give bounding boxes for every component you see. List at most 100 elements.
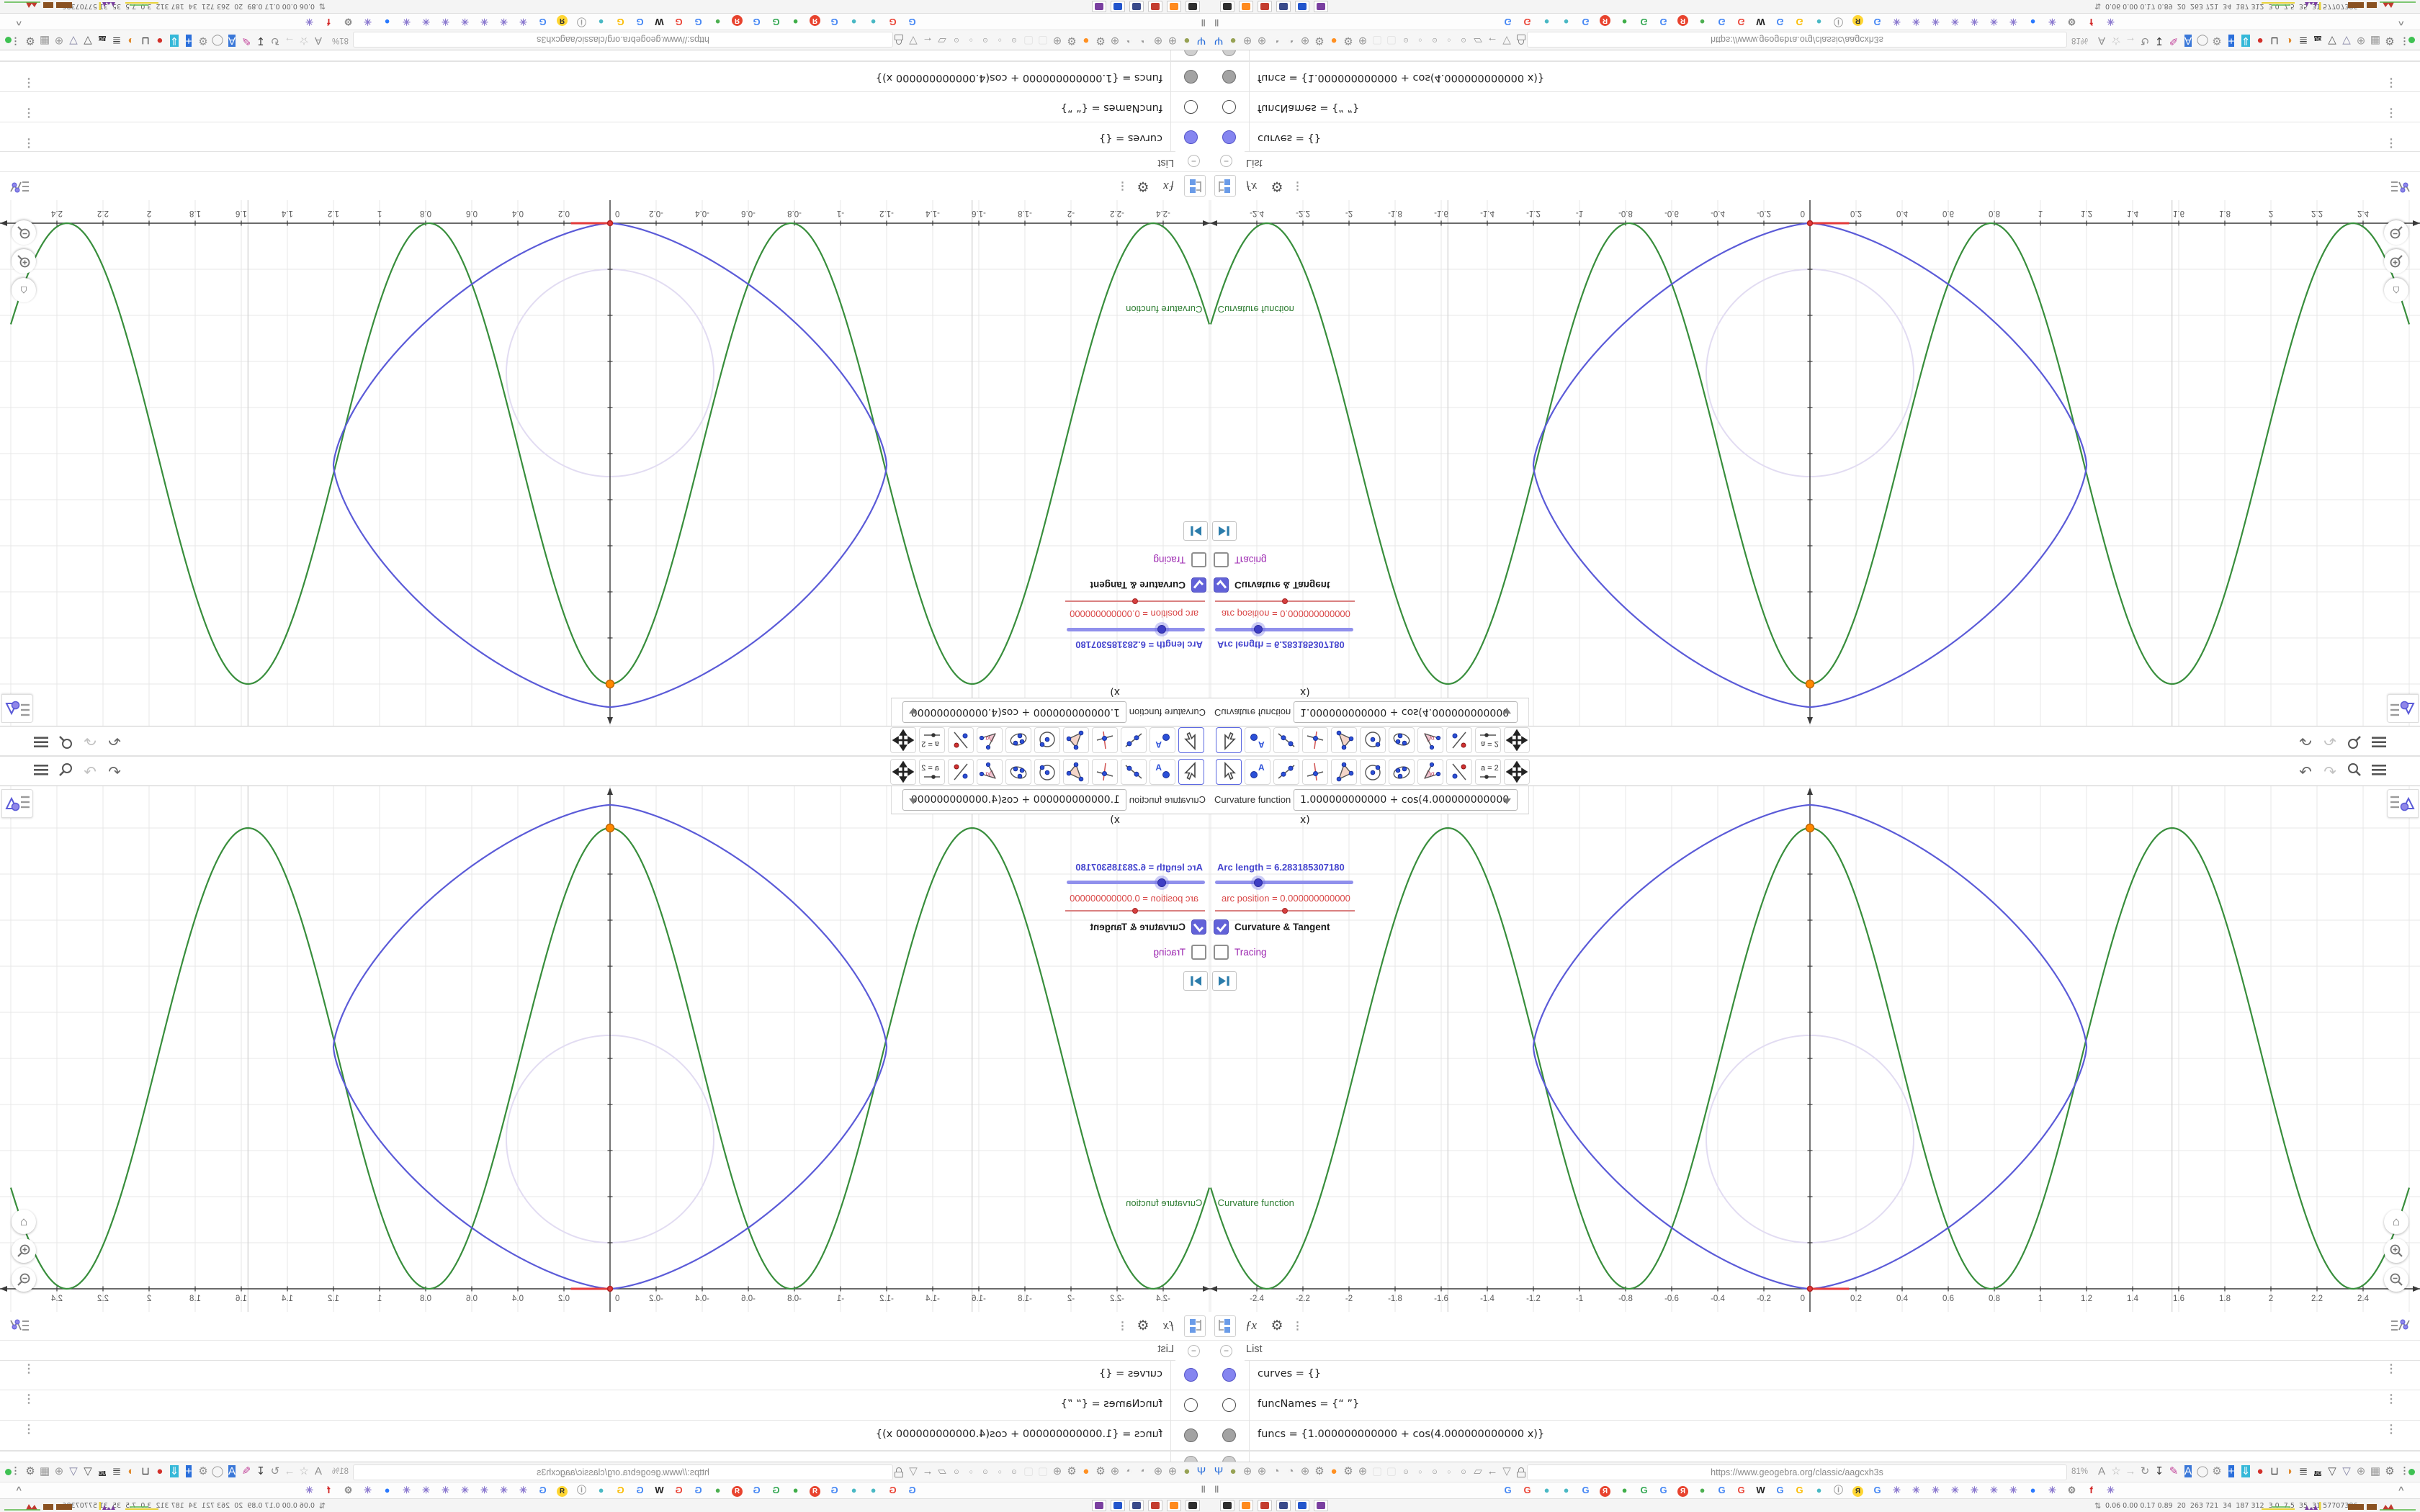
icon-▢[interactable]: ▢	[1036, 32, 1050, 48]
taskbar-app-button[interactable]	[1186, 1500, 1200, 1511]
icon-✳[interactable]: ✳	[2004, 1482, 2023, 1498]
taskbar-app-button[interactable]	[1148, 1, 1162, 12]
stats-expand-icon[interactable]: ⇅	[319, 1501, 326, 1511]
icon-⊕[interactable]: ⊕	[1255, 1464, 1269, 1480]
icon-⚙[interactable]: ⚙	[1065, 32, 1079, 48]
icon-●[interactable]: ●	[1693, 14, 1712, 30]
icon-G[interactable]: G	[1770, 1482, 1790, 1498]
icon-G[interactable]: G	[902, 14, 922, 30]
icon-▦[interactable]: ▦	[2368, 32, 2383, 48]
icon-✳[interactable]: ✳	[436, 14, 455, 30]
arc-position-slider-knob[interactable]	[1132, 598, 1138, 604]
icon-✳[interactable]: ✳	[1887, 14, 1906, 30]
algebra-stylebar-toggle-icon[interactable]	[9, 1315, 30, 1337]
icon-f[interactable]: f	[2081, 1482, 2101, 1498]
icon-⊙[interactable]: ⊙	[1007, 1464, 1021, 1480]
icon-G[interactable]: G	[669, 1482, 689, 1498]
icon-⚙[interactable]: ⚙	[2210, 1464, 2224, 1480]
icon-✳[interactable]: ✳	[494, 14, 514, 30]
icon-G[interactable]: G	[1731, 1482, 1751, 1498]
icon-●[interactable]: ●	[1693, 1482, 1712, 1498]
favicon[interactable]: A	[225, 1464, 239, 1480]
taskbar-app-button[interactable]	[1111, 1, 1125, 12]
undo-button[interactable]: ↶	[102, 763, 127, 781]
taskbar-app-button[interactable]	[1314, 1, 1328, 12]
icon-●[interactable]: ●	[1226, 1464, 1240, 1480]
zoom-out-button[interactable]	[12, 1267, 36, 1292]
tool-point-button[interactable]: A	[1245, 727, 1270, 753]
favicon[interactable]: ⇓	[167, 1464, 182, 1480]
icon-⊕[interactable]: ⊕	[1108, 1464, 1122, 1480]
icon-●[interactable]: ●	[1615, 1482, 1634, 1498]
taskbar-app-button[interactable]	[1314, 1500, 1328, 1511]
settings-gear-icon[interactable]: ⚙	[1132, 175, 1154, 197]
tool-move-view-button[interactable]	[1504, 727, 1530, 753]
icon-✳[interactable]: ✳	[475, 1482, 494, 1498]
tool-perpendicular-button[interactable]	[1302, 759, 1328, 785]
icon-⊕[interactable]: ⊕	[2354, 32, 2368, 48]
icon-●[interactable]: ●	[2023, 14, 2043, 30]
icon-G[interactable]: G	[1634, 1482, 1654, 1498]
favicon[interactable]: +	[182, 32, 196, 48]
tool-circle-button[interactable]	[1360, 727, 1386, 753]
redo-button[interactable]: ↷	[2318, 732, 2342, 750]
zoom-out-button[interactable]	[2384, 220, 2408, 245]
icon-○[interactable]: ○	[964, 1464, 978, 1480]
icon-●[interactable]: ●	[786, 14, 805, 30]
icon-▢[interactable]: ▢	[1384, 32, 1399, 48]
icon-⚙[interactable]: ⚙	[196, 32, 210, 48]
icon-●[interactable]: ●	[1226, 32, 1240, 48]
icon-G[interactable]: G	[1790, 14, 1809, 30]
icon-⊕[interactable]: ⊕	[1240, 32, 1255, 48]
icon-ⓘ[interactable]: ⓘ	[1829, 1482, 1848, 1498]
icon-▽[interactable]: ▽	[66, 1464, 81, 1480]
icon-G[interactable]: G	[1498, 14, 1518, 30]
tool-line-button[interactable]	[1273, 727, 1299, 753]
icon-✳[interactable]: ✳	[1984, 1482, 2004, 1498]
visibility-marble[interactable]	[1184, 1398, 1198, 1412]
row-kebab-icon[interactable]: ⋮	[23, 76, 35, 89]
icon-✳[interactable]: ✳	[397, 14, 416, 30]
tool-move-button[interactable]	[1178, 759, 1204, 785]
icon-A[interactable]: A	[311, 32, 326, 48]
icon-⊔[interactable]: ⊔	[2267, 1464, 2282, 1480]
tree-view-button[interactable]	[1214, 175, 1236, 197]
icon-●[interactable]: ●	[377, 14, 397, 30]
overflow-kebab-icon[interactable]: ⋮	[11, 35, 20, 47]
icon-W[interactable]: W	[1751, 14, 1770, 30]
icon-☆[interactable]: ☆	[2109, 1464, 2123, 1480]
icon-G[interactable]: G	[1634, 14, 1654, 30]
function-input[interactable]: 1.000000000000 + cos(4.000000000000 x)	[1294, 789, 1518, 826]
icon-⊕[interactable]: ⊕	[1108, 32, 1122, 48]
icon-✳[interactable]: ✳	[358, 14, 377, 30]
icon-⊙[interactable]: ⊙	[1007, 32, 1021, 48]
icon-○[interactable]: ○	[1442, 32, 1456, 48]
function-input[interactable]: 1.000000000000 + cos(4.000000000000 x)	[902, 789, 1126, 826]
taskbar-app-button[interactable]	[1220, 1, 1234, 12]
icon-✳[interactable]: ✳	[2043, 14, 2062, 30]
icon-≣[interactable]: ≣	[2296, 32, 2311, 48]
icon-G[interactable]: G	[1731, 14, 1751, 30]
favicon[interactable]: Я	[805, 1482, 825, 1498]
icon-→[interactable]: →	[2123, 1464, 2138, 1480]
taskbar-app-button[interactable]	[1148, 1500, 1162, 1511]
row-kebab-icon[interactable]: ⋮	[2385, 76, 2397, 89]
favicon[interactable]: ⇓	[2238, 1464, 2253, 1480]
icon-→[interactable]: →	[282, 1464, 297, 1480]
icon-●[interactable]: ●	[1079, 1464, 1093, 1480]
icon-⚙[interactable]: ⚙	[2062, 14, 2081, 30]
icon-←[interactable]: ←	[1485, 32, 1500, 48]
icon-✳[interactable]: ✳	[1926, 1482, 1945, 1498]
icon-▢[interactable]: ▢	[1370, 1464, 1384, 1480]
icon-G[interactable]: G	[1576, 14, 1595, 30]
icon-▽[interactable]: ▽	[2325, 32, 2339, 48]
icon-◑[interactable]: ◑	[124, 32, 138, 48]
collapse-list-button[interactable]: −	[1188, 155, 1200, 167]
url-field[interactable]: https://www.geogebra.org/classic/aagcxh3…	[353, 1464, 893, 1480]
visibility-marble[interactable]	[1222, 1398, 1236, 1412]
tool-point-button[interactable]: A	[1150, 727, 1175, 753]
icon-Ψ[interactable]: Ψ	[1211, 1464, 1226, 1480]
arc-length-slider-knob[interactable]	[1253, 625, 1263, 634]
stylebar-kebab-icon[interactable]: ⋮	[1117, 175, 1128, 197]
icon-A[interactable]: A	[311, 1464, 326, 1480]
